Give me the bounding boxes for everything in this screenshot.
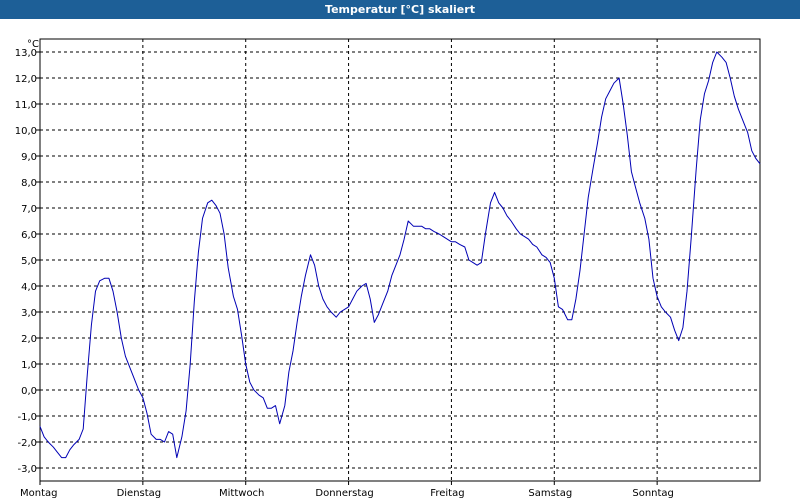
x-tick-day-label: Dienstag [117,488,162,499]
chart-title: Temperatur [°C] skaliert [0,0,800,19]
y-tick-label: 2,0 [21,334,37,345]
x-tick-day-label: Mittwoch [219,488,264,499]
y-tick-label: 3,0 [21,308,37,319]
y-tick-label: 10,0 [15,126,37,137]
y-tick-label: -1,0 [17,412,37,423]
y-tick-label: 8,0 [21,178,37,189]
y-tick-label: 13,0 [15,48,37,59]
x-tick-day-label: Freitag [430,488,464,499]
y-tick-label: 1,0 [21,360,37,371]
x-tick-day-label: Donnerstag [315,488,373,499]
temperature-chart: °C 13,012,011,010,09,08,07,06,05,04,03,0… [15,38,761,499]
y-tick-label: -3,0 [17,464,37,475]
x-tick-day-label: Samstag [528,488,572,499]
x-tick-day-label: Sonntag [632,488,674,499]
y-tick-label: 12,0 [15,74,37,85]
x-tick-day-label: Montag [20,488,57,499]
y-tick-label: 6,0 [21,230,37,241]
y-tick-label: 7,0 [21,204,37,215]
series-line-temperatur [39,51,761,459]
y-tick-label: 9,0 [21,152,37,163]
y-tick-label: -2,0 [17,438,37,449]
series-layer [39,51,761,459]
y-tick-label: 4,0 [21,282,37,293]
y-tick-label: 5,0 [21,256,37,267]
y-tick-label: 0,0 [21,386,37,397]
y-axis-ticks: 13,0 12,0 11,0 10,0 9,0 8,0 7,0 6,0 5,0 4,0 3,0 2,0… [15,48,40,475]
grid [40,39,760,481]
x-axis-ticks: Montag19.03.18Dienstag20.03.18Mittwoch21… [20,481,674,499]
y-tick-label: 11,0 [15,100,37,111]
